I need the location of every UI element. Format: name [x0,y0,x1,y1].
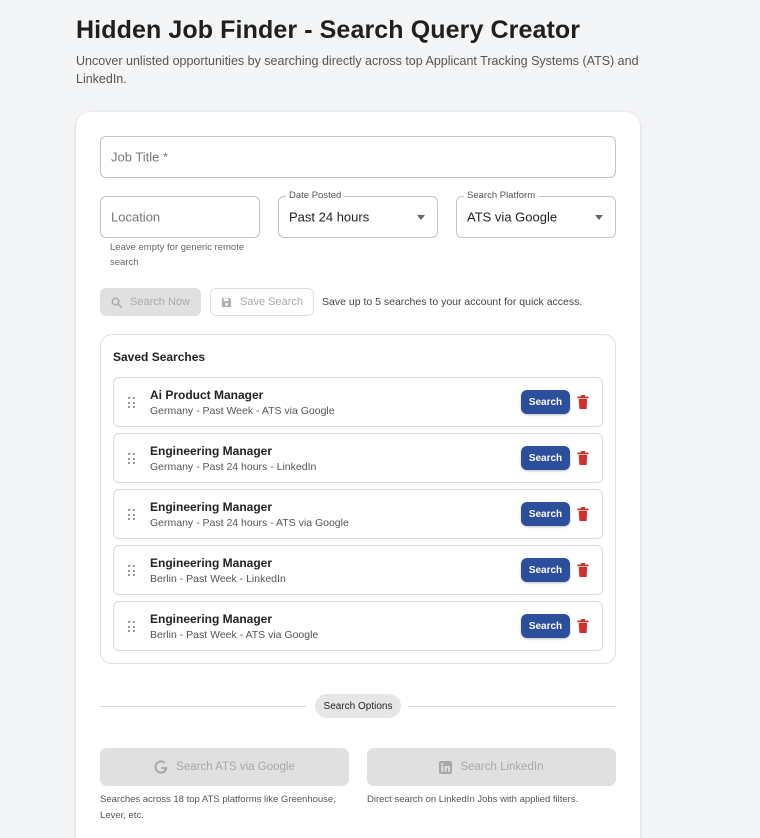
drag-handle-icon[interactable] [128,509,136,521]
search-now-label: Search Now [130,296,190,308]
drag-handle-icon[interactable] [128,621,136,633]
caret-down-icon [417,215,425,220]
saved-search-details: Germany - Past Week - ATS via Google [150,405,335,417]
date-posted-label: Date Posted [286,190,345,201]
saved-search-details: Berlin - Past Week - ATS via Google [150,629,319,641]
saved-searches-heading: Saved Searches [113,350,206,364]
search-platform-label: Search Platform [464,190,539,201]
saved-search-title: Engineering Manager [150,500,273,514]
search-now-button[interactable]: Search Now [100,288,201,316]
trash-icon[interactable] [577,395,589,409]
job-title-placeholder: Job Title * [111,149,169,165]
saved-search-title: Engineering Manager [150,612,273,626]
saved-search-title: Engineering Manager [150,444,273,458]
run-saved-search-button[interactable]: Search [521,390,570,414]
save-search-label: Save Search [240,296,303,308]
save-hint: Save up to 5 searches to your account fo… [322,296,583,308]
run-saved-search-button[interactable]: Search [521,502,570,526]
saved-search-item: Engineering Manager Berlin - Past Week -… [113,601,603,651]
job-title-field[interactable]: Job Title * [100,136,616,178]
location-helper: Leave empty for generic remote search [110,242,245,268]
divider-left [100,706,306,707]
search-card: Job Title * Location Leave empty for gen… [76,112,640,838]
location-placeholder: Location [111,209,161,225]
search-options-chip: Search Options [315,694,401,718]
saved-search-details: Germany - Past 24 hours - LinkedIn [150,461,317,473]
divider-right [408,706,616,707]
trash-icon[interactable] [577,563,589,577]
saved-search-details: Germany - Past 24 hours - ATS via Google [150,517,349,529]
ats-helper: Searches across 18 top ATS platforms lik… [100,794,336,821]
date-posted-value: Past 24 hours [289,209,370,225]
page-subtitle: Uncover unlisted opportunities by search… [76,54,639,86]
save-search-button[interactable]: Save Search [210,288,314,316]
google-icon [154,760,168,774]
location-field[interactable]: Location [100,196,260,238]
search-ats-button[interactable]: Search ATS via Google [100,748,349,786]
caret-down-icon [595,215,603,220]
drag-handle-icon[interactable] [128,565,136,577]
trash-icon[interactable] [577,507,589,521]
date-posted-select[interactable]: Date Posted Past 24 hours [278,190,438,238]
run-saved-search-button[interactable]: Search [521,446,570,470]
run-saved-search-button[interactable]: Search [521,558,570,582]
page-title: Hidden Job Finder - Search Query Creator [76,16,581,44]
saved-search-title: Ai Product Manager [150,388,264,402]
saved-searches-panel: Saved Searches Ai Product Manager German… [100,334,616,664]
search-linkedin-button[interactable]: Search LinkedIn [367,748,616,786]
saved-search-details: Berlin - Past Week - LinkedIn [150,573,286,585]
search-platform-select[interactable]: Search Platform ATS via Google [456,190,616,238]
saved-search-item: Engineering Manager Berlin - Past Week -… [113,545,603,595]
saved-search-item: Engineering Manager Germany - Past 24 ho… [113,489,603,539]
magnifier-icon [111,297,122,308]
saved-search-item: Ai Product Manager Germany - Past Week -… [113,377,603,427]
search-ats-label: Search ATS via Google [176,761,295,773]
drag-handle-icon[interactable] [128,453,136,465]
run-saved-search-button[interactable]: Search [521,614,570,638]
trash-icon[interactable] [577,619,589,633]
search-linkedin-label: Search LinkedIn [460,761,544,773]
saved-search-item: Engineering Manager Germany - Past 24 ho… [113,433,603,483]
saved-search-title: Engineering Manager [150,556,273,570]
linkedin-icon [439,760,453,774]
search-platform-value: ATS via Google [467,209,558,225]
floppy-disk-icon [221,297,232,307]
drag-handle-icon[interactable] [128,397,136,409]
linkedin-helper: Direct search on LinkedIn Jobs with appl… [367,794,579,805]
trash-icon[interactable] [577,451,589,465]
